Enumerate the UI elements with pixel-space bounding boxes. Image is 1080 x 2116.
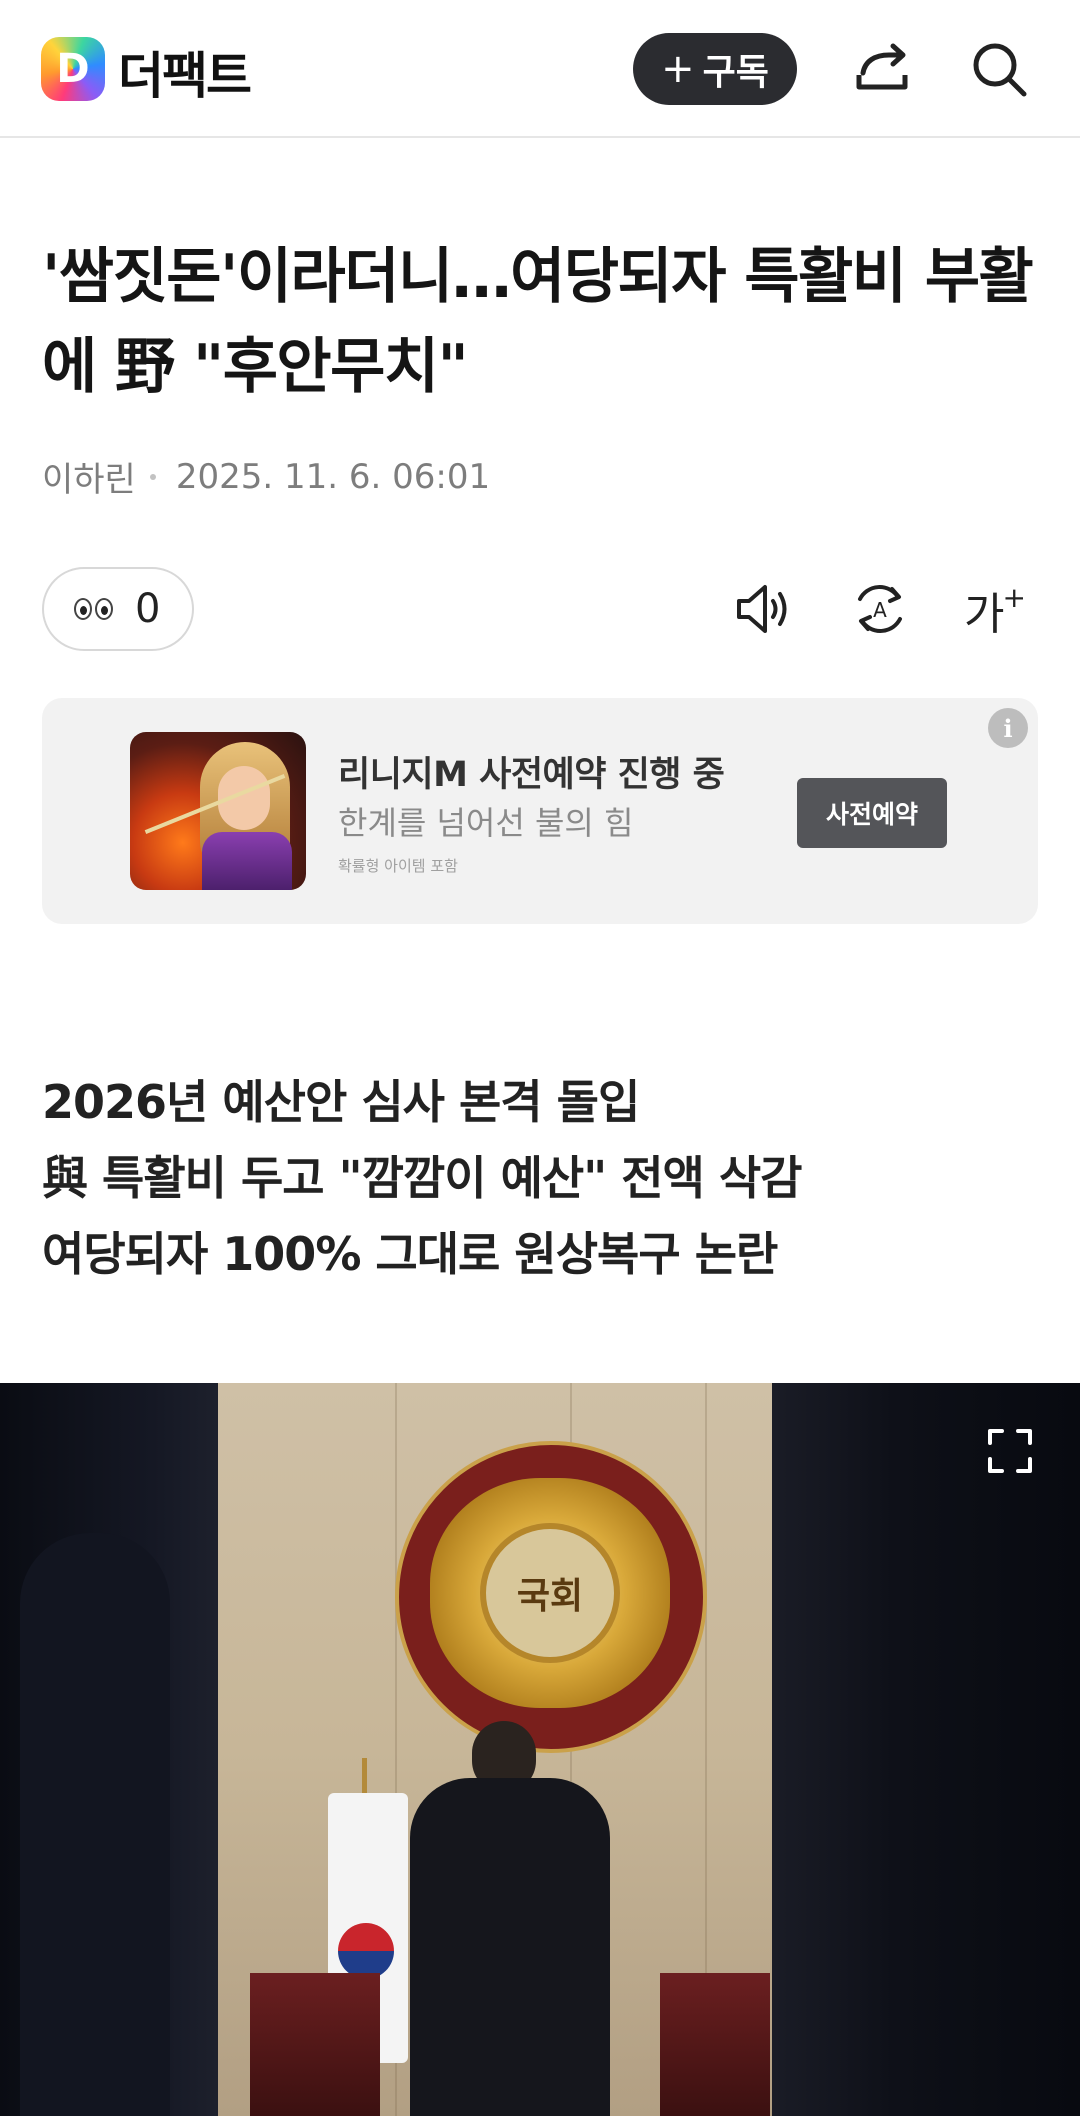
eyes-icon [74, 598, 113, 620]
logo-text[interactable]: 더팩트 [118, 36, 252, 108]
ad-title[interactable]: 리니지M 사전예약 진행 중 [338, 746, 725, 797]
ad-cta-button[interactable]: 사전예약 [797, 778, 947, 848]
article-title: '쌈짓돈'이라더니…여당되자 특활비 부활에 野 "후안무치" [42, 242, 1034, 402]
article-summary: 2026년 예산안 심사 본격 돌입 與 특활비 두고 "깜깜이 예산" 전액 … [42, 1064, 1042, 1292]
emblem-label: 국회 [480, 1523, 620, 1663]
logo-icon[interactable]: D [41, 37, 105, 101]
search-icon[interactable] [968, 38, 1030, 100]
author-name[interactable]: 이하린 [42, 452, 136, 501]
ad-subtitle: 한계를 넘어선 불의 힘 [338, 804, 634, 842]
photo-figure [20, 1533, 170, 2116]
photo-curtain-right [772, 1383, 1080, 2116]
reaction-button[interactable]: 0 [42, 567, 194, 651]
translate-icon[interactable]: A [848, 577, 912, 641]
subscribe-button[interactable]: + 구독 [633, 33, 797, 105]
ad-note: 확률형 아이템 포함 [338, 857, 458, 875]
svg-text:A: A [873, 598, 887, 622]
summary-line: 2026년 예산안 심사 본격 돌입 [42, 1075, 640, 1129]
article-photo[interactable]: 국회 [0, 1383, 1080, 2116]
share-icon[interactable] [852, 38, 914, 100]
font-size-icon[interactable]: 가+ [964, 578, 1026, 642]
publish-date: 2025. 11. 6. 06:01 [175, 456, 491, 497]
ad-banner[interactable]: 리니지M 사전예약 진행 중 한계를 넘어선 불의 힘 확률형 아이템 포함 사… [42, 698, 1038, 924]
ad-thumbnail[interactable] [130, 732, 306, 890]
subscribe-label: 구독 [702, 52, 769, 93]
plus-icon: + [661, 46, 695, 92]
reaction-count: 0 [135, 586, 161, 632]
summary-line: 與 특활비 두고 "깜깜이 예산" 전액 삭감 [42, 1151, 803, 1205]
article-meta: 이하린 2025. 11. 6. 06:01 [42, 452, 490, 501]
info-icon[interactable]: i [988, 708, 1028, 748]
top-header: D 더팩트 + 구독 [0, 0, 1080, 138]
expand-icon[interactable] [986, 1427, 1034, 1475]
separator-dot [149, 473, 156, 480]
photo-person [410, 1778, 610, 2116]
speaker-icon[interactable] [732, 577, 796, 641]
summary-line: 여당되자 100% 그대로 원상복구 논란 [42, 1227, 778, 1281]
